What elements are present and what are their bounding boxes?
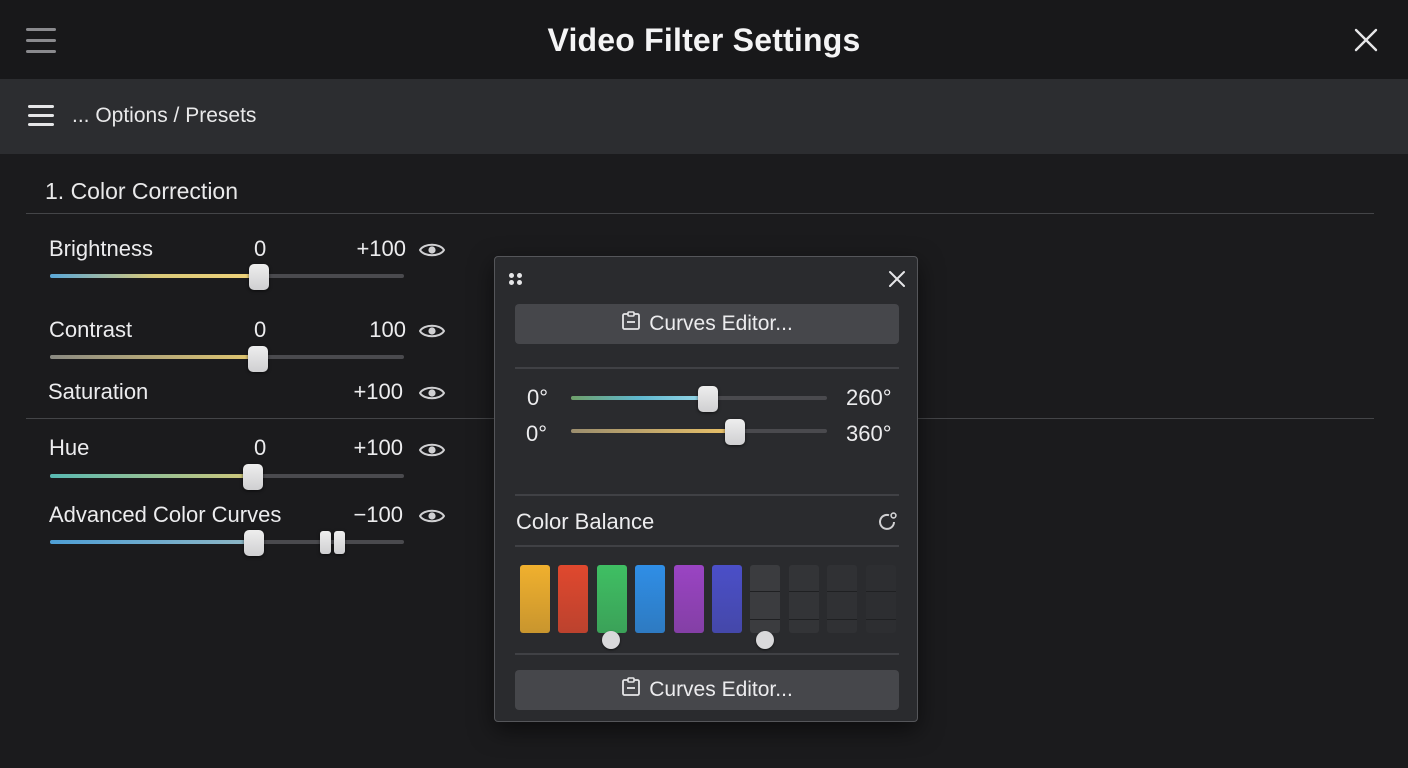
contrast-max: 100: [369, 317, 406, 342]
close-icon[interactable]: [1352, 26, 1380, 54]
hue-label: Hue: [49, 435, 90, 460]
eye-icon[interactable]: [418, 384, 446, 402]
range-1-max: 260°: [846, 385, 892, 410]
range-2-slider[interactable]: [571, 429, 827, 433]
hue-max: +100: [353, 435, 403, 460]
curves-editor-button-top[interactable]: Curves Editor...: [515, 304, 899, 344]
range-handle-right[interactable]: [334, 531, 345, 554]
saturation-max: +100: [353, 379, 403, 404]
reset-icon[interactable]: [877, 511, 899, 533]
brightness-slider-thumb[interactable]: [249, 264, 269, 290]
hue-value: 0: [254, 435, 267, 460]
eye-icon[interactable]: [418, 241, 446, 259]
hue-slider[interactable]: [50, 474, 404, 478]
hue-slider-thumb[interactable]: [243, 464, 263, 490]
panel-close-icon[interactable]: [887, 269, 907, 289]
color-swatch[interactable]: [865, 565, 896, 633]
curves-panel: Curves Editor... 0° 260° 0° 360° Color B…: [494, 256, 918, 722]
brightness-label: Brightness: [49, 236, 153, 261]
section-title: 1. Color Correction: [45, 178, 239, 204]
clipboard-icon: [621, 311, 641, 337]
contrast-slider-thumb[interactable]: [248, 346, 268, 372]
color-swatch[interactable]: [827, 565, 858, 633]
brightness-slider[interactable]: [50, 274, 404, 278]
range-2-min: 0°: [526, 421, 548, 446]
contrast-slider[interactable]: [50, 355, 404, 359]
options-menu-icon[interactable]: [28, 105, 54, 127]
breadcrumb[interactable]: ... Options / Presets: [72, 104, 256, 128]
color-swatch[interactable]: [520, 565, 550, 633]
color-swatch[interactable]: [673, 565, 704, 633]
range-1-min: 0°: [527, 385, 549, 410]
eye-icon[interactable]: [418, 322, 446, 340]
swatch-knob[interactable]: [756, 631, 774, 649]
panel-divider: [515, 653, 899, 655]
swatch-knob[interactable]: [602, 631, 620, 649]
curves-editor-label: Curves Editor...: [649, 678, 793, 701]
range-2-max: 360°: [846, 421, 892, 446]
advanced-curves-label: Advanced Color Curves: [49, 502, 282, 527]
color-swatch[interactable]: [750, 565, 781, 633]
clipboard-icon: [621, 677, 641, 703]
brightness-max: +100: [356, 236, 406, 261]
window-title: Video Filter Settings: [547, 22, 861, 58]
saturation-label: Saturation: [48, 379, 149, 404]
brightness-value: 0: [254, 236, 267, 261]
range-1-thumb[interactable]: [698, 386, 718, 412]
color-swatch[interactable]: [712, 565, 742, 633]
drag-handle-icon[interactable]: [509, 273, 523, 287]
range-2-thumb[interactable]: [725, 419, 745, 445]
contrast-label: Contrast: [49, 317, 133, 342]
color-swatch[interactable]: [635, 565, 666, 633]
curves-editor-button-bottom[interactable]: Curves Editor...: [515, 670, 899, 710]
contrast-value: 0: [254, 317, 267, 342]
advanced-curves-slider-thumb[interactable]: [244, 530, 264, 556]
panel-divider: [515, 494, 899, 496]
eye-icon[interactable]: [418, 441, 446, 459]
eye-icon[interactable]: [418, 507, 446, 525]
title-bar: Video Filter Settings: [0, 0, 1408, 79]
advanced-curves-slider[interactable]: [50, 540, 404, 544]
panel-divider: [515, 545, 899, 547]
color-swatch[interactable]: [596, 565, 627, 633]
color-balance-title: Color Balance: [516, 509, 655, 534]
section-divider: [26, 213, 1374, 214]
curves-editor-label: Curves Editor...: [649, 312, 793, 335]
color-swatch[interactable]: [788, 565, 819, 633]
color-swatch[interactable]: [558, 565, 589, 633]
panel-divider: [515, 367, 899, 369]
advanced-curves-max: −100: [353, 502, 403, 527]
range-handle-left[interactable]: [320, 531, 331, 554]
